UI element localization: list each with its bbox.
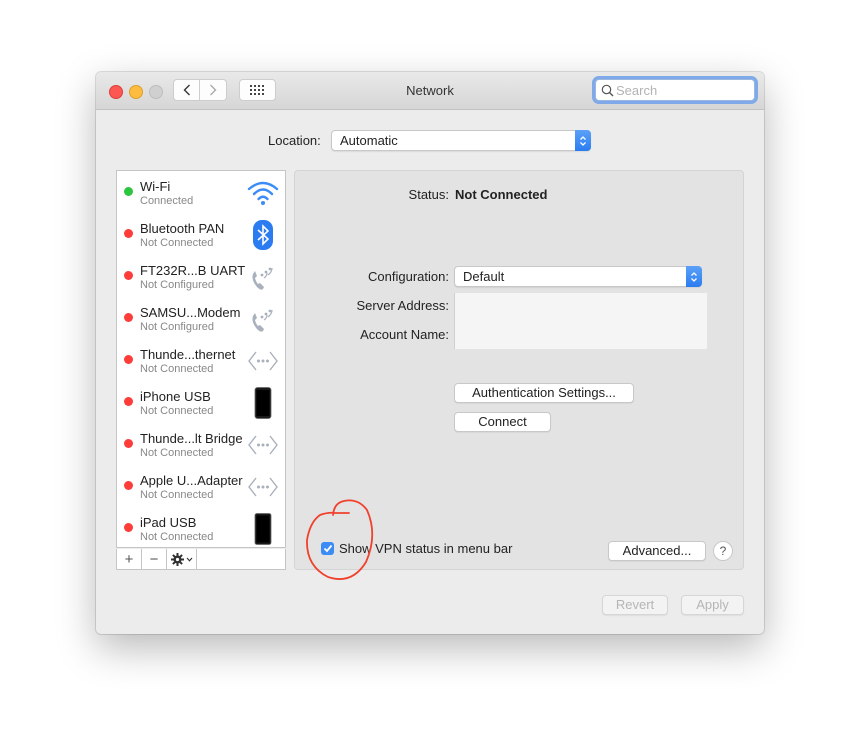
service-status: Not Connected bbox=[140, 237, 214, 249]
service-item-bluetooth-pan[interactable]: Bluetooth PAN Not Connected bbox=[117, 213, 285, 255]
revert-button[interactable]: Revert bbox=[602, 595, 668, 615]
server-address-label: Server Address: bbox=[356, 298, 450, 313]
configuration-label: Configuration: bbox=[368, 269, 449, 284]
service-item-wifi[interactable]: Wi-Fi Connected bbox=[117, 171, 285, 213]
status-dot-red bbox=[124, 229, 133, 238]
show-vpn-status-checkbox[interactable] bbox=[321, 542, 334, 555]
service-item-ft232r-uart[interactable]: FT232R...B UART Not Configured bbox=[117, 255, 285, 297]
service-list-toolbar: + − bbox=[116, 549, 286, 570]
ethernet-icon bbox=[246, 429, 280, 461]
location-value: Automatic bbox=[340, 133, 398, 148]
apply-button[interactable]: Apply bbox=[681, 595, 744, 615]
service-status: Connected bbox=[140, 195, 194, 207]
search-field[interactable] bbox=[595, 79, 755, 101]
remove-service-button[interactable]: − bbox=[142, 549, 167, 569]
status-dot-red bbox=[124, 439, 133, 448]
connect-button[interactable]: Connect bbox=[454, 412, 551, 432]
status-dot-red bbox=[124, 313, 133, 322]
service-item-samsung-modem[interactable]: SAMSU...Modem Not Configured bbox=[117, 297, 285, 339]
service-name: Wi-Fi bbox=[140, 179, 171, 194]
service-status: Not Connected bbox=[140, 489, 214, 501]
status-dot-green bbox=[124, 187, 133, 196]
action-menu-button[interactable] bbox=[167, 549, 197, 569]
modem-phone-icon bbox=[246, 303, 280, 335]
modem-phone-icon bbox=[246, 261, 280, 293]
status-dot-red bbox=[124, 397, 133, 406]
service-status: Not Connected bbox=[140, 531, 214, 543]
service-status: Not Configured bbox=[140, 321, 214, 333]
network-service-list[interactable]: Wi-Fi Connected Bluetooth PAN Not Connec… bbox=[116, 170, 286, 548]
advanced-button[interactable]: Advanced... bbox=[608, 541, 706, 561]
chevron-down-icon bbox=[186, 557, 192, 562]
ipad-icon bbox=[246, 513, 280, 545]
show-vpn-status-label[interactable]: Show VPN status in menu bar bbox=[339, 541, 512, 556]
gear-icon bbox=[170, 552, 184, 566]
service-item-iphone-usb[interactable]: iPhone USB Not Connected bbox=[117, 381, 285, 423]
add-service-button[interactable]: + bbox=[117, 549, 142, 569]
wifi-icon bbox=[246, 177, 280, 209]
service-name: Apple U...Adapter bbox=[140, 473, 243, 488]
service-status: Not Connected bbox=[140, 363, 214, 375]
vpn-detail-panel: Status: Not Connected Configuration: Def… bbox=[294, 170, 744, 570]
service-name: iPad USB bbox=[140, 515, 197, 530]
service-name: Bluetooth PAN bbox=[140, 221, 225, 236]
service-item-thunderbolt-bridge[interactable]: Thunde...lt Bridge Not Connected bbox=[117, 423, 285, 465]
status-dot-red bbox=[124, 271, 133, 280]
service-item-thunderbolt-ethernet[interactable]: Thunde...thernet Not Connected bbox=[117, 339, 285, 381]
account-name-field[interactable] bbox=[454, 321, 707, 349]
title-bar: Network bbox=[96, 72, 764, 110]
location-popup[interactable]: Automatic bbox=[331, 130, 591, 151]
checkmark-icon bbox=[323, 544, 332, 553]
ethernet-icon bbox=[246, 471, 280, 503]
popup-stepper-icon bbox=[575, 130, 591, 151]
iphone-icon bbox=[246, 387, 280, 419]
service-status: Not Configured bbox=[140, 279, 214, 291]
search-icon bbox=[601, 84, 614, 97]
service-status: Not Connected bbox=[140, 405, 214, 417]
service-name: SAMSU...Modem bbox=[140, 305, 241, 320]
bluetooth-icon bbox=[246, 219, 280, 251]
service-name: Thunde...thernet bbox=[140, 347, 236, 362]
search-input[interactable] bbox=[614, 82, 746, 98]
service-item-ipad-usb[interactable]: iPad USB Not Connected bbox=[117, 507, 285, 549]
account-name-label: Account Name: bbox=[360, 327, 449, 342]
status-dot-red bbox=[124, 481, 133, 490]
authentication-settings-button[interactable]: Authentication Settings... bbox=[454, 383, 634, 403]
status-label: Status: bbox=[408, 187, 449, 202]
ethernet-icon bbox=[246, 345, 280, 377]
service-status: Not Connected bbox=[140, 447, 214, 459]
status-value: Not Connected bbox=[455, 187, 548, 202]
service-name: iPhone USB bbox=[140, 389, 211, 404]
help-button[interactable]: ? bbox=[713, 541, 733, 561]
configuration-value: Default bbox=[463, 269, 505, 284]
service-name: FT232R...B UART bbox=[140, 263, 246, 278]
status-dot-red bbox=[124, 523, 133, 532]
server-address-field[interactable] bbox=[454, 293, 707, 321]
configuration-popup[interactable]: Default bbox=[454, 266, 702, 287]
popup-stepper-icon bbox=[686, 266, 702, 287]
network-preferences-window: Network Location: Automatic Wi-Fi Connec… bbox=[96, 72, 764, 634]
location-label: Location: bbox=[268, 133, 321, 148]
service-name: Thunde...lt Bridge bbox=[140, 431, 243, 446]
service-item-apple-usb-adapter[interactable]: Apple U...Adapter Not Connected bbox=[117, 465, 285, 507]
status-dot-red bbox=[124, 355, 133, 364]
